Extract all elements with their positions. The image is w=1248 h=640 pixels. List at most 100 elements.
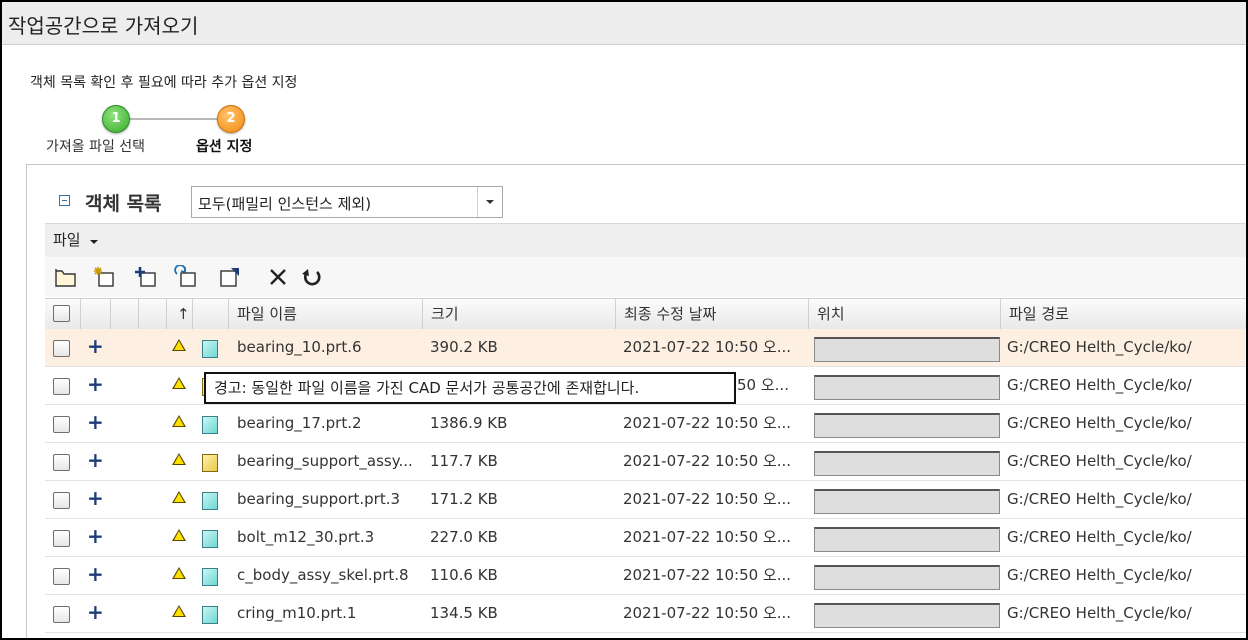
table-row[interactable]: + bearing_support.prt.3 171.2 KB 2021-07… bbox=[45, 481, 1246, 519]
location-field[interactable] bbox=[814, 527, 1000, 552]
modified-date: 2021-07-22 10:50 오... bbox=[623, 414, 792, 432]
delete-icon[interactable] bbox=[265, 265, 291, 289]
location-field[interactable] bbox=[814, 565, 1000, 590]
collapse-icon[interactable] bbox=[59, 195, 70, 206]
file-size: 390.2 KB bbox=[430, 338, 498, 356]
location-field[interactable] bbox=[814, 375, 1000, 400]
location-field[interactable] bbox=[814, 337, 1000, 362]
table-header: ↑ 파일 이름 크기 최종 수정 날짜 위치 파일 경로 bbox=[45, 298, 1246, 330]
table-row[interactable]: + bolt_m12_30.prt.3 227.0 KB 2021-07-22 … bbox=[45, 519, 1246, 557]
warning-icon[interactable] bbox=[172, 529, 186, 541]
column-header-path[interactable]: 파일 경로 bbox=[1001, 299, 1246, 329]
warning-icon[interactable] bbox=[172, 415, 186, 427]
warning-tooltip: 경고: 동일한 파일 이름을 가진 CAD 문서가 공통공간에 존재합니다. bbox=[204, 372, 736, 404]
row-checkbox[interactable] bbox=[53, 416, 70, 433]
column-header-modified[interactable]: 최종 수정 날짜 bbox=[616, 299, 809, 329]
part-icon bbox=[202, 606, 218, 624]
row-checkbox[interactable] bbox=[53, 530, 70, 547]
part-icon bbox=[202, 416, 218, 434]
step-connector bbox=[115, 118, 231, 120]
plus-icon[interactable]: + bbox=[87, 374, 104, 394]
object-list-title: 객체 목록 bbox=[85, 193, 162, 215]
table-row[interactable]: + bearing_17.prt.2 1386.9 KB 2021-07-22 … bbox=[45, 405, 1246, 443]
warning-icon[interactable] bbox=[172, 377, 186, 389]
file-path: G:/CREO Helth_Cycle/ko/ bbox=[1007, 490, 1192, 508]
file-menu-caret-icon[interactable] bbox=[90, 240, 98, 244]
sort-column-header[interactable]: ↑ bbox=[167, 299, 193, 329]
table-row[interactable]: + cring_m10.prt.1 134.5 KB 2021-07-22 10… bbox=[45, 595, 1246, 633]
file-path: G:/CREO Helth_Cycle/ko/ bbox=[1007, 604, 1192, 622]
undo-icon[interactable] bbox=[299, 265, 325, 289]
step-2-indicator[interactable]: 2 bbox=[217, 105, 245, 133]
new-item-icon[interactable] bbox=[91, 265, 117, 289]
file-size: 134.5 KB bbox=[430, 604, 498, 622]
step-2-label: 옵션 지정 bbox=[196, 139, 253, 155]
step-1-label[interactable]: 가져올 파일 선택 bbox=[46, 136, 145, 156]
plus-icon[interactable]: + bbox=[87, 488, 104, 508]
menu-bar: 파일 bbox=[45, 223, 1246, 258]
column-header-name[interactable]: 파일 이름 bbox=[229, 299, 423, 329]
file-name: c_body_assy_skel.prt.8 bbox=[237, 566, 409, 584]
row-checkbox[interactable] bbox=[53, 568, 70, 585]
row-checkbox[interactable] bbox=[53, 378, 70, 395]
file-name: bolt_m12_30.prt.3 bbox=[237, 528, 375, 546]
file-size: 171.2 KB bbox=[430, 490, 498, 508]
select-all-checkbox[interactable] bbox=[53, 305, 70, 322]
row-checkbox[interactable] bbox=[53, 340, 70, 357]
refresh-item-icon[interactable] bbox=[173, 264, 199, 289]
file-path: G:/CREO Helth_Cycle/ko/ bbox=[1007, 528, 1192, 546]
location-field[interactable] bbox=[814, 603, 1000, 628]
modified-date: 2021-07-22 10:50 오... bbox=[623, 566, 792, 584]
row-checkbox[interactable] bbox=[53, 492, 70, 509]
object-filter-select[interactable]: 모두(패밀리 인스턴스 제외) bbox=[191, 186, 503, 218]
chevron-down-icon[interactable] bbox=[477, 187, 502, 217]
plus-icon[interactable]: + bbox=[87, 336, 104, 356]
add-item-icon[interactable] bbox=[133, 265, 159, 289]
plus-icon[interactable]: + bbox=[87, 412, 104, 432]
status-column bbox=[81, 299, 111, 329]
plus-icon[interactable]: + bbox=[87, 450, 104, 470]
part-icon bbox=[202, 492, 218, 510]
file-path: G:/CREO Helth_Cycle/ko/ bbox=[1007, 376, 1192, 394]
file-size: 110.6 KB bbox=[430, 566, 498, 584]
object-filter-value: 모두(패밀리 인스턴스 제외) bbox=[198, 195, 372, 213]
column-header-size[interactable]: 크기 bbox=[423, 299, 616, 329]
plus-icon[interactable]: + bbox=[87, 526, 104, 546]
file-path: G:/CREO Helth_Cycle/ko/ bbox=[1007, 452, 1192, 470]
modified-date: 2021-07-22 10:50 오... bbox=[623, 528, 792, 546]
open-folder-icon[interactable] bbox=[53, 265, 79, 289]
location-field[interactable] bbox=[814, 451, 1000, 476]
modified-date: 2021-07-22 10:50 오... bbox=[623, 338, 792, 356]
file-name: bearing_support.prt.3 bbox=[237, 490, 401, 508]
modified-date: 50 오... bbox=[737, 376, 789, 394]
title-bar: 작업공간으로 가져오기 bbox=[2, 2, 1246, 45]
plus-icon[interactable]: + bbox=[87, 564, 104, 584]
step-1-indicator[interactable]: 1 bbox=[102, 105, 130, 133]
location-field[interactable] bbox=[814, 413, 1000, 438]
assembly-icon bbox=[202, 454, 218, 472]
warning-icon[interactable] bbox=[172, 491, 186, 503]
table-row[interactable]: + bearing_10.prt.6 390.2 KB 2021-07-22 1… bbox=[45, 329, 1246, 367]
file-menu[interactable]: 파일 bbox=[53, 229, 81, 250]
row-checkbox[interactable] bbox=[53, 454, 70, 471]
file-size: 1386.9 KB bbox=[430, 414, 508, 432]
warning-icon[interactable] bbox=[172, 453, 186, 465]
table-row[interactable]: + bearing_support_assy... 117.7 KB 2021-… bbox=[45, 443, 1246, 481]
column-header-location[interactable]: 위치 bbox=[809, 299, 1001, 329]
modified-date: 2021-07-22 10:50 오... bbox=[623, 490, 792, 508]
file-name: bearing_17.prt.2 bbox=[237, 414, 362, 432]
import-to-workspace-window: 작업공간으로 가져오기 객체 목록 확인 후 필요에 따라 추가 옵션 지정 1… bbox=[0, 0, 1248, 640]
file-name: cring_m10.prt.1 bbox=[237, 604, 357, 622]
table-row[interactable]: + c_body_assy_skel.prt.8 110.6 KB 2021-0… bbox=[45, 557, 1246, 595]
warning-icon[interactable] bbox=[172, 567, 186, 579]
modified-date: 2021-07-22 10:50 오... bbox=[623, 452, 792, 470]
location-field[interactable] bbox=[814, 489, 1000, 514]
warning-icon[interactable] bbox=[172, 605, 186, 617]
warning-icon[interactable] bbox=[172, 339, 186, 351]
row-checkbox[interactable] bbox=[53, 606, 70, 623]
export-item-icon[interactable] bbox=[217, 265, 243, 289]
part-icon bbox=[202, 568, 218, 586]
file-size: 227.0 KB bbox=[430, 528, 498, 546]
plus-icon[interactable]: + bbox=[87, 602, 104, 622]
window-title: 작업공간으로 가져오기 bbox=[8, 14, 199, 38]
